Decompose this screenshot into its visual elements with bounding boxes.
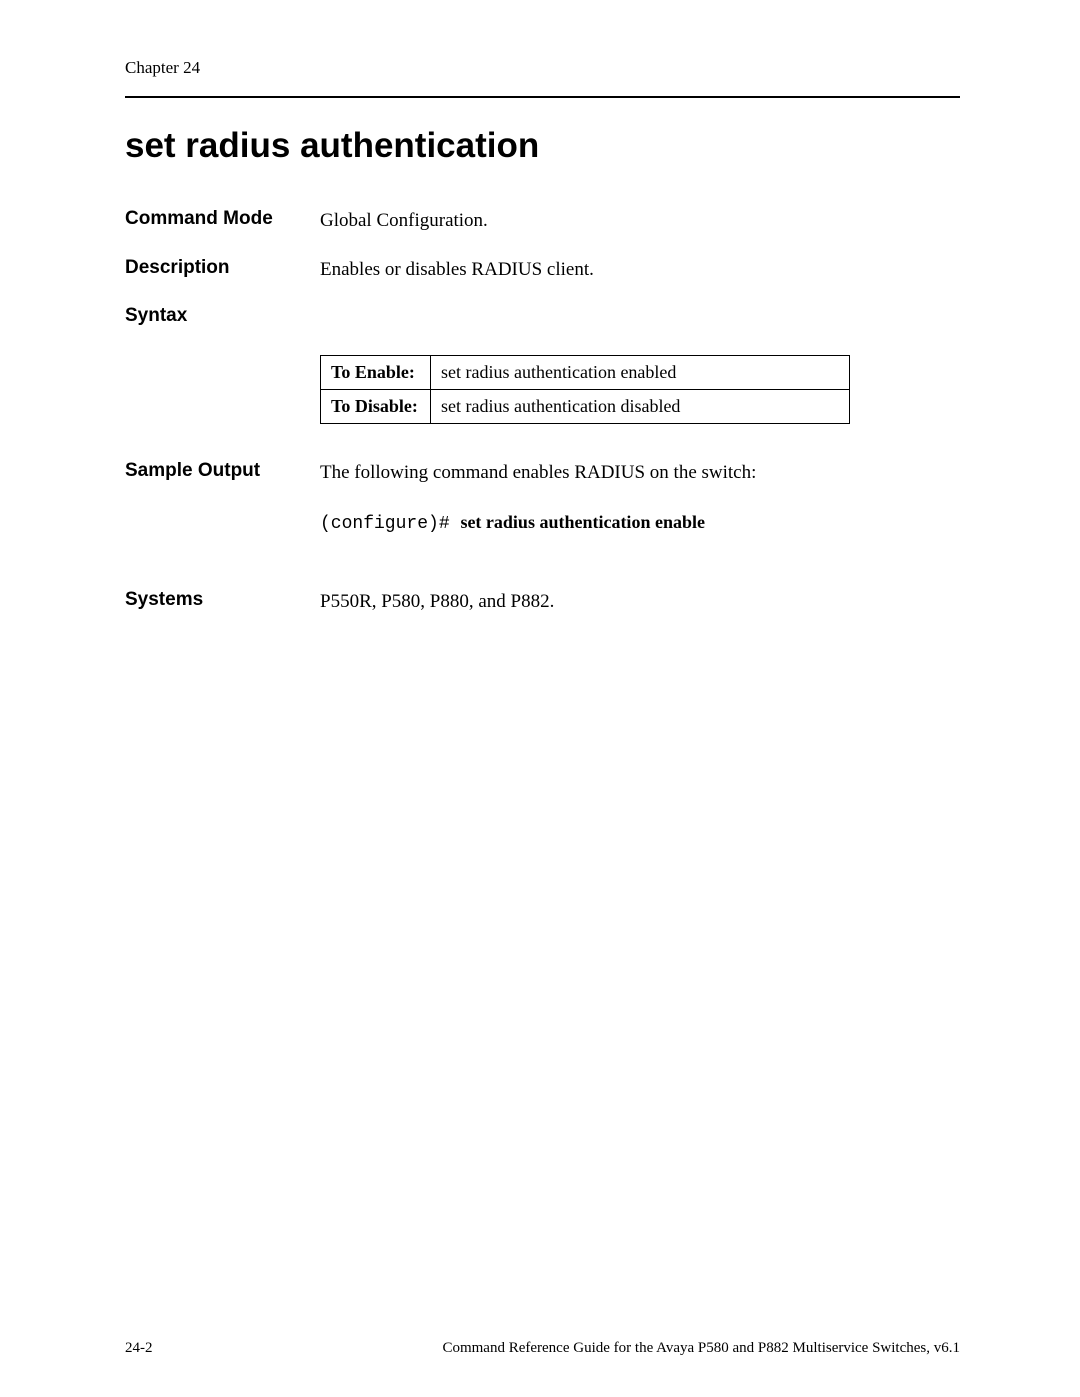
syntax-enable-header: To Enable:	[321, 356, 431, 390]
description-value: Enables or disables RADIUS client.	[320, 257, 960, 283]
sample-output-command-line: (configure)# set radius authentication e…	[320, 510, 960, 536]
systems-label: Systems	[125, 589, 320, 611]
sample-output-intro: The following command enables RADIUS on …	[320, 460, 960, 486]
document-page: Chapter 24 set radius authentication Com…	[0, 0, 1080, 1397]
syntax-row: Syntax	[125, 305, 960, 327]
table-row: To Enable: set radius authentication ena…	[321, 356, 850, 390]
syntax-table: To Enable: set radius authentication ena…	[320, 355, 850, 424]
sample-output-label: Sample Output	[125, 460, 320, 482]
footer-page-number: 24-2	[125, 1340, 153, 1357]
chapter-header: Chapter 24	[125, 58, 960, 78]
syntax-enable-value: set radius authentication enabled	[431, 356, 850, 390]
description-row: Description Enables or disables RADIUS c…	[125, 257, 960, 283]
sample-output-row: Sample Output The following command enab…	[125, 460, 960, 560]
command-mode-label: Command Mode	[125, 208, 320, 230]
page-footer: 24-2 Command Reference Guide for the Ava…	[125, 1340, 960, 1357]
systems-value: P550R, P580, P880, and P882.	[320, 589, 960, 615]
command-text: set radius authentication enable	[460, 512, 705, 532]
systems-row: Systems P550R, P580, P880, and P882.	[125, 589, 960, 615]
prompt-text: (configure)#	[320, 514, 460, 534]
sample-output-value: The following command enables RADIUS on …	[320, 460, 960, 560]
command-mode-value: Global Configuration.	[320, 208, 960, 234]
description-label: Description	[125, 257, 320, 279]
footer-doc-title: Command Reference Guide for the Avaya P5…	[442, 1340, 960, 1357]
command-mode-row: Command Mode Global Configuration.	[125, 208, 960, 234]
page-title: set radius authentication	[125, 126, 960, 166]
header-rule	[125, 96, 960, 98]
syntax-disable-header: To Disable:	[321, 390, 431, 424]
syntax-disable-value: set radius authentication disabled	[431, 390, 850, 424]
table-row: To Disable: set radius authentication di…	[321, 390, 850, 424]
syntax-label: Syntax	[125, 305, 320, 327]
